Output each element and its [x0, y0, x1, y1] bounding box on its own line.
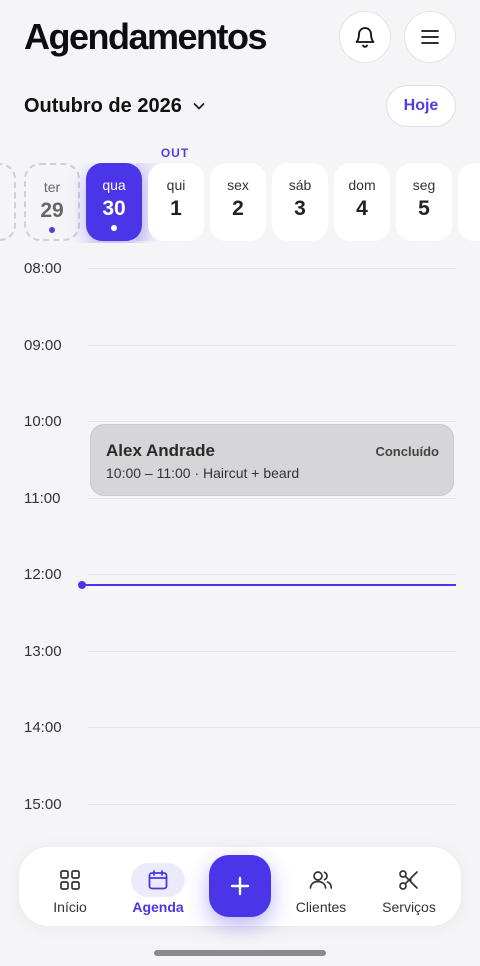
day-chip-previous[interactable] [0, 163, 16, 241]
hour-line [88, 727, 480, 728]
day-number: 2 [232, 197, 244, 220]
day-chip-6[interactable]: t [458, 163, 480, 241]
header: Agendamentos [0, 0, 480, 76]
day-number: 29 [40, 199, 64, 222]
page-title: Agendamentos [24, 16, 268, 57]
hour-label: 11:00 [24, 490, 61, 507]
appointment-dot [111, 225, 117, 231]
plus-icon [230, 876, 250, 896]
nav-item-clientes[interactable]: Clientes [293, 847, 349, 926]
hour-label: 12:00 [24, 566, 62, 583]
menu-icon [421, 30, 439, 44]
day-chip-29[interactable]: ter 29 [24, 163, 80, 241]
day-strip[interactable]: ter 29 qua 30 qui 1 sex 2 sáb 3 dom 4 se… [0, 163, 480, 243]
day-name: dom [348, 177, 376, 193]
day-number: 5 [418, 197, 430, 220]
notifications-button[interactable] [339, 11, 391, 63]
nav-label: Serviços [382, 899, 436, 915]
day-number: 1 [170, 197, 182, 220]
appointment-client: Alex Andrade [106, 441, 215, 460]
hour-label: 14:00 [24, 719, 62, 736]
month-tag: OUT [160, 146, 190, 160]
appointment-card[interactable]: Alex Andrade Concluído 10:00 – 11:00 · H… [90, 424, 454, 496]
hour-line [88, 498, 456, 499]
nav-item-agenda[interactable]: Agenda [131, 847, 185, 926]
day-name: seg [412, 177, 436, 193]
hour-label: 08:00 [24, 260, 62, 277]
day-chip-5[interactable]: seg 5 [396, 163, 452, 241]
users-icon [294, 863, 348, 897]
day-name: sáb [288, 177, 312, 193]
home-indicator [154, 950, 326, 956]
month-label: Outubro de 2026 [24, 94, 182, 117]
day-name: qui [166, 177, 186, 193]
day-name: sex [227, 177, 249, 193]
hour-label: 13:00 [24, 643, 62, 660]
hour-label: 09:00 [24, 337, 62, 354]
calendar-icon [131, 863, 185, 897]
chevron-down-icon [192, 99, 206, 113]
appointment-details: 10:00 – 11:00 · Haircut + beard [106, 465, 300, 481]
hour-line [88, 421, 456, 422]
hour-line [88, 651, 456, 652]
nav-item-servicos[interactable]: Serviços [379, 847, 439, 926]
day-chip-30[interactable]: qua 30 [86, 163, 142, 241]
day-chip-1[interactable]: qui 1 [148, 163, 204, 241]
scissors-icon [382, 863, 436, 897]
add-appointment-button[interactable] [209, 855, 271, 917]
nav-label: Clientes [295, 899, 347, 915]
day-number: 4 [356, 197, 368, 220]
nav-label: Agenda [132, 899, 184, 915]
day-timeline[interactable]: 08:00 09:00 10:00 11:00 12:00 13:00 14:0… [0, 250, 480, 850]
hour-line [88, 345, 456, 346]
nav-item-inicio[interactable]: Início [43, 847, 97, 926]
menu-button[interactable] [404, 11, 456, 63]
current-time-line [84, 584, 456, 586]
day-number: 3 [294, 197, 306, 220]
day-chip-4[interactable]: dom 4 [334, 163, 390, 241]
appointment-dot [49, 227, 55, 233]
hour-line [88, 574, 456, 575]
status-badge: Concluído [375, 444, 439, 459]
month-selector[interactable]: Outubro de 2026 [24, 92, 206, 120]
day-number: 30 [102, 197, 126, 220]
today-button[interactable]: Hoje [386, 85, 456, 127]
day-chip-3[interactable]: sáb 3 [272, 163, 328, 241]
day-name: ter [43, 179, 61, 195]
grid-icon [43, 863, 97, 897]
hour-line [88, 268, 456, 269]
day-chip-2[interactable]: sex 2 [210, 163, 266, 241]
hour-line [88, 804, 456, 805]
hour-label: 15:00 [24, 796, 62, 813]
day-name: qua [102, 177, 126, 193]
nav-label: Início [53, 899, 87, 915]
bell-icon [355, 27, 375, 48]
hour-label: 10:00 [24, 413, 62, 430]
